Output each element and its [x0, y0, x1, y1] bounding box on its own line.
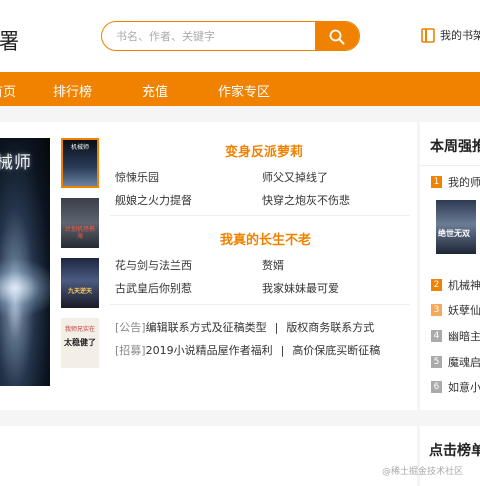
cover-art: [0, 258, 50, 318]
rank-number: 3: [431, 304, 442, 316]
notice-row-1: [公告]编辑联系方式及征稿类型 | 版权商务联系方式: [115, 319, 374, 335]
book-link[interactable]: 我家妹妹最可爱: [262, 280, 339, 296]
main-nav: 首页 排行榜 充值 作家专区: [0, 72, 480, 106]
thumb-cover-title: 我师兄实在: [64, 326, 95, 333]
book-link[interactable]: 舰娘之火力提督: [115, 192, 192, 208]
thumb-cover-title: 九天逆天: [67, 288, 92, 295]
featured-book-title-1[interactable]: 变身反派萝莉: [225, 141, 303, 160]
thumb-cover-title: 计划机恐怖海: [64, 226, 95, 240]
rank-number: 2: [431, 279, 442, 291]
search-icon: [329, 29, 345, 45]
rank-item[interactable]: 6 如意小: [431, 379, 480, 395]
book-link[interactable]: 快穿之炮灰不伤悲: [262, 192, 350, 208]
featured-cover-title: 械师: [0, 153, 32, 173]
rank-item[interactable]: 5 魔魂启: [431, 354, 480, 370]
rank-number: 6: [431, 381, 442, 393]
site-logo[interactable]: 署: [0, 24, 19, 56]
rank-number: 5: [431, 356, 442, 368]
book-link[interactable]: 惊悚乐园: [115, 169, 159, 185]
nav-author-zone[interactable]: 作家专区: [218, 81, 270, 100]
nav-recharge[interactable]: 充值: [142, 81, 168, 100]
search-box: [101, 21, 360, 51]
notice-row-2: [招募]2019小说精品屋作者福利 | 高价保底买断征稿: [115, 342, 380, 358]
rank-item[interactable]: 1 我的师兄: [431, 174, 480, 190]
weekly-rank-title: 本周强推: [430, 139, 480, 155]
my-bookshelf-link[interactable]: 我的书架: [421, 27, 480, 43]
rank-book-name: 幽暗主: [448, 330, 480, 343]
notice-separator: |: [274, 321, 279, 334]
thumb-cover-2[interactable]: 计划机恐怖海: [61, 198, 99, 248]
rank-number: 4: [431, 330, 442, 342]
rank-number: 1: [431, 176, 442, 188]
thumb-cover-1[interactable]: 机械师: [61, 138, 99, 188]
thumb-cover-3[interactable]: 九天逆天: [61, 258, 99, 308]
book-link[interactable]: 花与剑与法兰西: [115, 257, 192, 273]
thumb-cover-title: 机械师: [70, 144, 89, 151]
rank-item[interactable]: 4 幽暗主: [431, 328, 480, 344]
rank-item[interactable]: 3 妖孽仙: [431, 302, 480, 318]
book-link[interactable]: 赘婿: [262, 257, 284, 273]
rank-book-name: 魔魂启: [448, 356, 480, 369]
notice-link[interactable]: 高价保底买断征稿: [292, 344, 380, 357]
bookshelf-icon: [421, 27, 435, 43]
featured-panel: 械师 机械师 计划机恐怖海 九天逆天 我师兄实在 太稳健了 变身反派萝莉 惊悚乐…: [0, 122, 417, 410]
book-link[interactable]: 古武皇后你别惹: [115, 280, 192, 296]
rank-item[interactable]: 2 机械神: [431, 277, 480, 293]
rank-top-cover[interactable]: 绝世无双: [436, 200, 476, 254]
weekly-rank-panel: 本周强推 1 我的师兄 绝世无双 2 机械神 3 妖孽仙 4 幽暗主 5 魔魂启…: [420, 122, 480, 410]
notice-separator: |: [280, 344, 285, 357]
featured-book-title-2[interactable]: 我真的长生不老: [220, 229, 311, 248]
click-rank-title: 点击榜单: [429, 443, 480, 459]
header: 署 我的书架: [0, 0, 480, 72]
watermark: @稀土掘金技术社区: [382, 467, 464, 477]
click-rank-panel: 点击榜单: [420, 426, 480, 486]
notice-link[interactable]: 2019小说精品屋作者福利: [146, 344, 273, 357]
book-link[interactable]: 师父又掉线了: [262, 169, 328, 185]
nav-home[interactable]: 首页: [0, 81, 16, 100]
thumb-cover-subtitle: 太稳健了: [64, 338, 96, 347]
rank-book-name: 机械神: [448, 279, 480, 292]
search-input[interactable]: [116, 28, 316, 46]
notice-tag: [公告]: [115, 321, 146, 334]
rank-book-name: 妖孽仙: [448, 304, 480, 317]
divider: [110, 304, 410, 305]
notice-link[interactable]: 编辑联系方式及征稿类型: [146, 321, 267, 334]
divider: [110, 215, 410, 216]
notice-link[interactable]: 版权商务联系方式: [286, 321, 374, 334]
rank-book-name: 如意小: [448, 381, 480, 394]
bookshelf-label: 我的书架: [440, 29, 480, 42]
nav-ranking[interactable]: 排行榜: [53, 81, 92, 100]
rank-top-cover-title: 绝世无双: [438, 228, 470, 238]
featured-cover[interactable]: 械师: [0, 138, 50, 386]
search-button[interactable]: [315, 22, 359, 50]
secondary-panel: [0, 426, 417, 486]
thumb-cover-4[interactable]: 我师兄实在 太稳健了: [61, 318, 99, 368]
notice-tag: [招募]: [115, 344, 146, 357]
rank-book-name: 我的师兄: [448, 176, 480, 189]
divider: [420, 165, 480, 166]
